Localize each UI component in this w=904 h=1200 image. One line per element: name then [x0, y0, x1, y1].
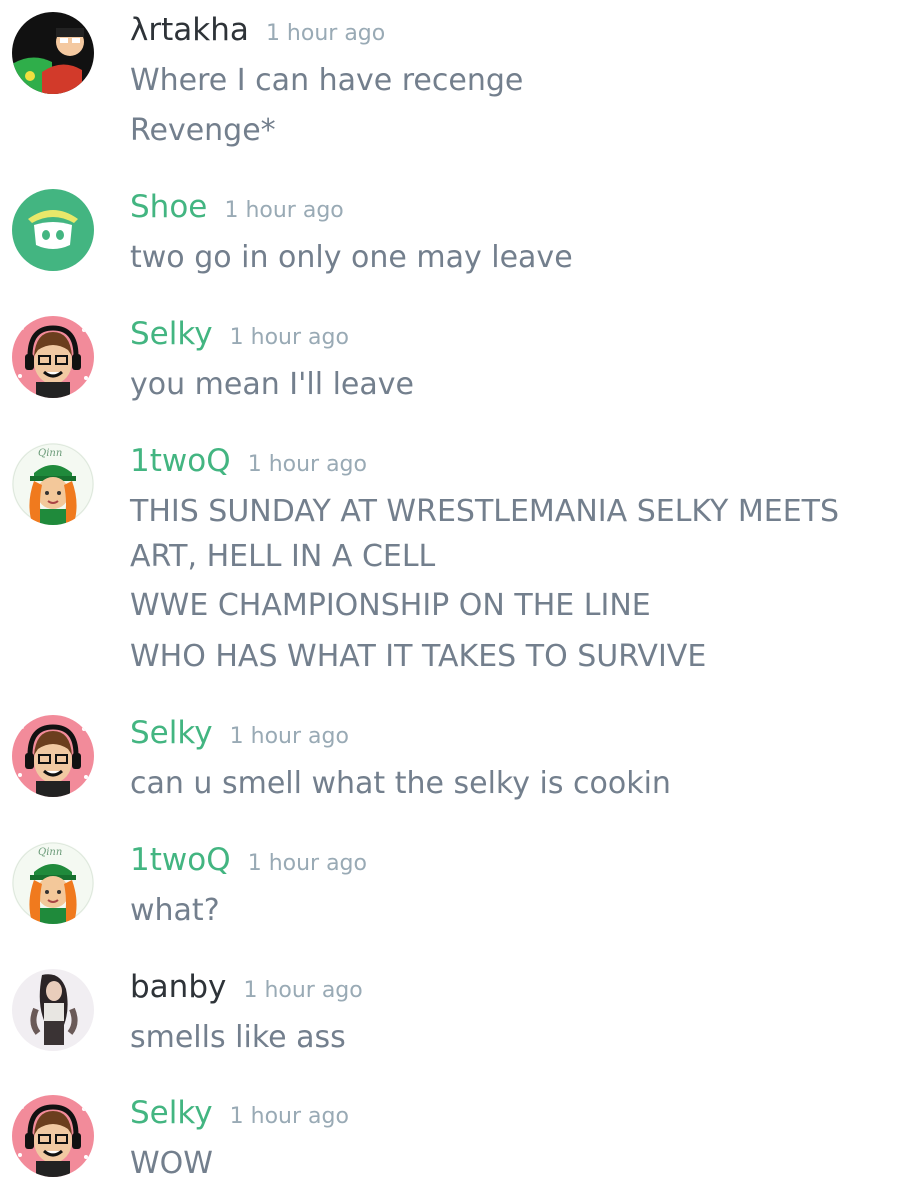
avatar-1twoq[interactable]: Qinn [12, 842, 94, 924]
avatar-signature: Qinn [38, 448, 62, 459]
author-name[interactable]: Shoe [130, 189, 207, 225]
timestamp: 1 hour ago [224, 198, 344, 223]
timestamp: 1 hour ago [247, 851, 367, 876]
message-text: you mean I'll leave [130, 367, 414, 402]
avatar-signature: Qinn [38, 847, 62, 858]
message-text: what? [130, 893, 220, 928]
message-text: smells like ass [130, 1020, 346, 1055]
timestamp: 1 hour ago [229, 1104, 349, 1129]
message-text: WHO HAS WHAT IT TAKES TO SURVIVE [130, 639, 707, 674]
avatar-artakha[interactable] [12, 12, 94, 94]
avatar-selky[interactable] [12, 715, 94, 797]
timestamp: 1 hour ago [229, 724, 349, 749]
author-name[interactable]: Selky [130, 715, 213, 751]
avatar-selky[interactable] [12, 1095, 94, 1177]
message-text: WWE CHAMPIONSHIP ON THE LINE [130, 588, 651, 623]
timestamp: 1 hour ago [247, 452, 367, 477]
message-text: two go in only one may leave [130, 240, 573, 275]
message-header: 1twoQ 1 hour ago [130, 443, 367, 483]
author-name[interactable]: Selky [130, 1095, 213, 1131]
author-name[interactable]: 1twoQ [130, 842, 231, 878]
message-text: can u smell what the selky is cookin [130, 766, 671, 801]
timestamp: 1 hour ago [265, 21, 386, 46]
timestamp: 1 hour ago [243, 978, 363, 1003]
message-header: Shoe 1 hour ago [130, 189, 344, 229]
author-name[interactable]: λrtakha [130, 12, 249, 48]
avatar-1twoq[interactable]: Qinn [12, 443, 94, 525]
message-header: 1twoQ 1 hour ago [130, 842, 367, 882]
author-name[interactable]: 1twoQ [130, 443, 231, 479]
avatar-shoe[interactable] [12, 189, 94, 271]
timestamp: 1 hour ago [229, 325, 349, 350]
author-name[interactable]: banby [130, 969, 226, 1005]
message-text: Where I can have recenge [130, 63, 524, 98]
message-header: banby 1 hour ago [130, 969, 363, 1009]
message-header: Selky 1 hour ago [130, 316, 349, 356]
message-text: THIS SUNDAY AT WRESTLEMANIA SELKY MEETS … [130, 494, 840, 574]
avatar-selky[interactable] [12, 316, 94, 398]
message-header: Selky 1 hour ago [130, 715, 349, 755]
message-text: WOW [130, 1146, 213, 1181]
message-text: Revenge* [130, 113, 276, 148]
message-header: λrtakha 1 hour ago [130, 12, 385, 52]
message-header: Selky 1 hour ago [130, 1095, 349, 1135]
avatar-banby[interactable] [12, 969, 94, 1051]
author-name[interactable]: Selky [130, 316, 213, 352]
